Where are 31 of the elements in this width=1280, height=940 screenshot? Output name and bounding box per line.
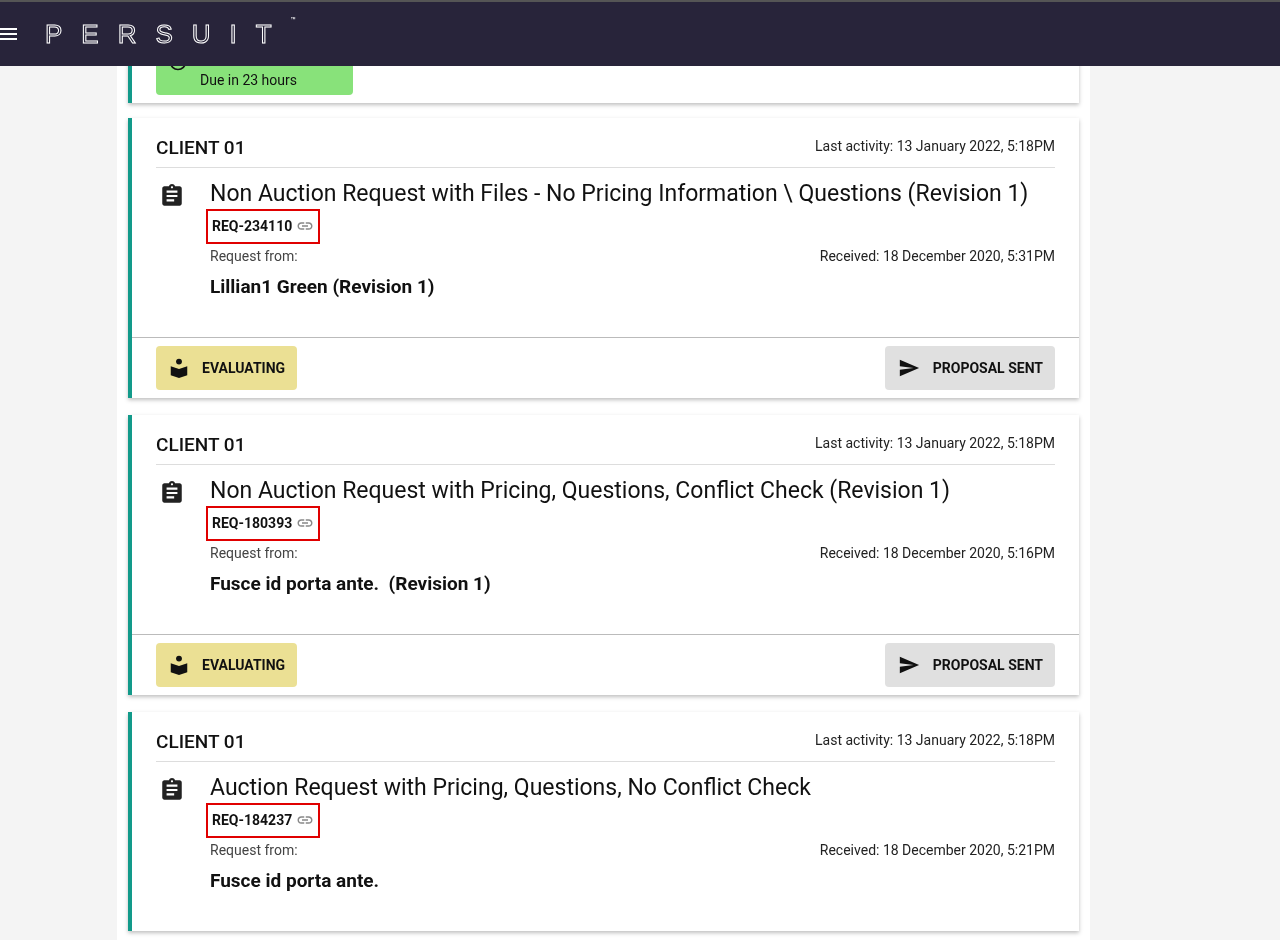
request-from-label: Request from: bbox=[210, 840, 298, 860]
due-text: Due in 23 hours bbox=[200, 71, 297, 90]
menu-icon[interactable] bbox=[0, 27, 18, 41]
reference-number: REQ-184237 bbox=[212, 810, 293, 830]
request-from-label: Request from: bbox=[210, 246, 298, 266]
reference-number: REQ-234110 bbox=[212, 216, 293, 236]
requester-name: Fusce id porta ante. (Revision 1) bbox=[210, 570, 492, 597]
client-name: CLIENT 01 bbox=[156, 135, 246, 161]
status-text: EVALUATING bbox=[202, 655, 286, 675]
request-from-label: Request from: bbox=[210, 543, 298, 563]
proposal-sent-button[interactable]: PROPOSAL SENT bbox=[884, 346, 1055, 390]
requester-name: Fusce id porta ante. bbox=[210, 867, 381, 894]
logo[interactable]: PERSUIT bbox=[45, 14, 291, 54]
request-title[interactable]: Non Auction Request with Files - No Pricing Information \ Questions (Revision 1) bbox=[210, 177, 1055, 209]
last-activity: Last activity: 13 January 2022, 5:18PM bbox=[815, 730, 1055, 750]
request-title[interactable]: Non Auction Request with Pricing, Questions, Conflict Check (Revision 1) bbox=[210, 474, 1055, 506]
proposal-sent-button[interactable]: PROPOSAL SENT bbox=[884, 643, 1055, 687]
request-title[interactable]: Auction Request with Pricing, Questions, No Conflict Check bbox=[210, 771, 1055, 803]
received-date: Received: 18 December 2020, 5:16PM bbox=[819, 543, 1055, 563]
last-activity: Last activity: 13 January 2022, 5:18PM bbox=[815, 136, 1055, 156]
reader-icon bbox=[168, 357, 190, 379]
last-activity: Last activity: 13 January 2022, 5:18PM bbox=[815, 433, 1055, 453]
reader-icon bbox=[168, 654, 190, 676]
requester-name: Lillian1 Green (Revision 1) bbox=[210, 273, 436, 300]
received-date: Received: 18 December 2020, 5:21PM bbox=[819, 840, 1055, 860]
client-name: CLIENT 01 bbox=[156, 432, 246, 458]
trademark: ™ bbox=[290, 14, 296, 27]
status-text: EVALUATING bbox=[202, 358, 286, 378]
client-name: CLIENT 01 bbox=[156, 729, 246, 755]
received-date: Received: 18 December 2020, 5:31PM bbox=[819, 246, 1055, 266]
reference-number: REQ-180393 bbox=[212, 513, 293, 533]
